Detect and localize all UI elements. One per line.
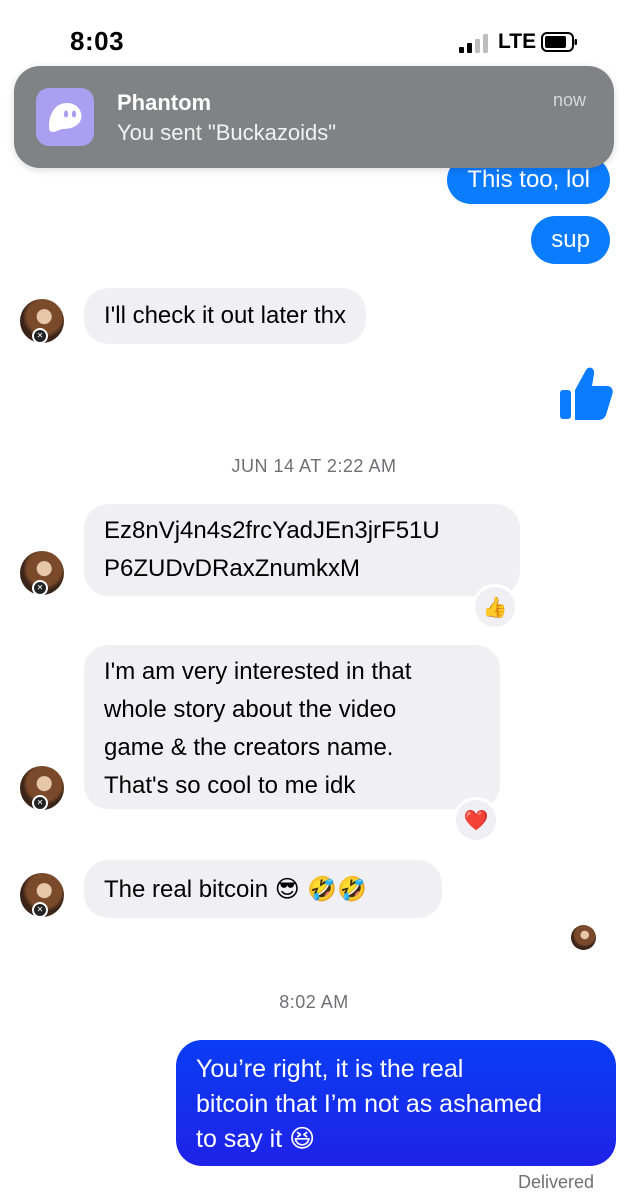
avatar[interactable]: ✕	[20, 766, 64, 811]
avatar[interactable]: ✕	[20, 551, 64, 596]
message-emoji: 😎 🤣🤣	[274, 875, 368, 903]
x-badge-icon: ✕	[32, 902, 48, 918]
status-bar: 8:03 LTE	[0, 0, 628, 60]
heart-emoji: ❤️	[463, 808, 489, 832]
timestamp: JUN 14 AT 2:22 AM	[231, 456, 397, 476]
message-line: bitcoin that I’m not as ashamed	[196, 1090, 543, 1118]
avatar[interactable]: ✕	[20, 299, 64, 344]
battery-icon	[541, 32, 577, 52]
delivered-status: Delivered	[517, 1172, 594, 1192]
message-line: P6ZUDvDRaxZnumkxM	[104, 555, 361, 582]
heart-reaction[interactable]: ❤️	[453, 797, 499, 843]
message-line: I'm am very interested in that	[104, 658, 412, 685]
thumbs-up-icon[interactable]	[558, 362, 614, 422]
incoming-message[interactable]: Ez8nVj4n4s2frcYadJEn3jrF51U P6ZUDvDRaxZn…	[84, 504, 520, 596]
timestamp: 8:02 AM	[279, 992, 349, 1012]
network-label: LTE	[498, 30, 537, 53]
thumbs-up-emoji: 👍	[482, 595, 508, 619]
x-badge-icon: ✕	[32, 795, 48, 811]
message-line: Ez8nVj4n4s2frcYadJEn3jrF51U	[104, 517, 440, 544]
avatar[interactable]: ✕	[20, 873, 64, 918]
message-text: The real bitcoin	[104, 876, 269, 903]
phantom-ghost-icon	[36, 88, 94, 146]
message-line: That's so cool to me idk	[104, 772, 356, 799]
incoming-message[interactable]: I'm am very interested in that whole sto…	[84, 645, 500, 809]
notification-message: You sent "Buckazoids"	[117, 120, 337, 145]
message-line: whole story about the video	[104, 696, 397, 723]
incoming-message[interactable]: The real bitcoin 😎 🤣🤣	[84, 860, 442, 918]
outgoing-message[interactable]: You’re right, it is the real bitcoin tha…	[176, 1040, 616, 1166]
notification-time: now	[552, 90, 586, 110]
notification-app-name: Phantom	[117, 90, 212, 115]
read-receipt-avatar	[571, 925, 596, 950]
message-line: game & the creators name.	[104, 734, 394, 761]
status-time: 8:03	[70, 26, 125, 56]
thumbs-up-reaction[interactable]: 👍	[472, 584, 518, 630]
outgoing-message[interactable]: sup	[531, 216, 610, 264]
signal-icon	[459, 33, 493, 53]
message-line: to say it 😆	[196, 1125, 316, 1153]
x-badge-icon: ✕	[32, 328, 48, 344]
push-notification[interactable]: Phantom You sent "Buckazoids" now	[14, 66, 614, 168]
incoming-message[interactable]: I'll check it out later thx	[84, 288, 367, 344]
x-badge-icon: ✕	[32, 580, 48, 596]
message-line: You’re right, it is the real	[196, 1055, 464, 1083]
